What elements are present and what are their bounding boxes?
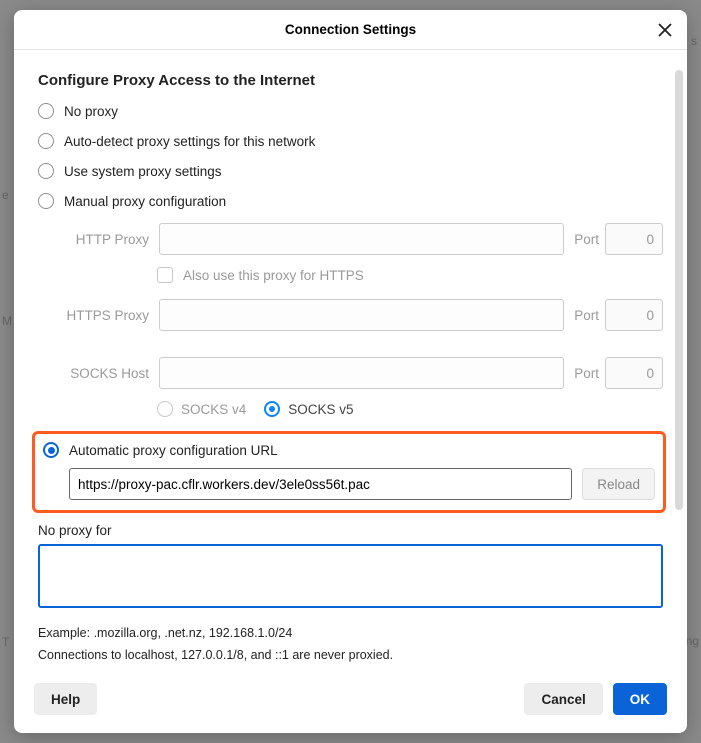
socks-host-input[interactable]: [159, 357, 564, 389]
modal-header: Connection Settings: [14, 10, 687, 50]
radio-icon: [157, 401, 173, 417]
bg-text: ng: [686, 634, 699, 648]
checkbox-icon: [157, 267, 173, 283]
option-auto-config-url[interactable]: Automatic proxy configuration URL: [43, 442, 655, 458]
http-proxy-label: HTTP Proxy: [38, 232, 153, 247]
radio-icon: [38, 193, 54, 209]
https-port-input[interactable]: [605, 299, 663, 331]
bg-text: s: [691, 34, 697, 48]
port-label: Port: [574, 308, 599, 323]
socks-version-row: SOCKS v4 SOCKS v5: [157, 401, 663, 417]
no-proxy-for-label: No proxy for: [38, 523, 663, 538]
radio-icon: [38, 133, 54, 149]
no-proxy-for-textarea[interactable]: [38, 544, 663, 608]
http-port-input[interactable]: [605, 223, 663, 255]
socks-v5-option[interactable]: SOCKS v5: [264, 401, 353, 417]
reload-button[interactable]: Reload: [582, 468, 655, 500]
bg-text: e: [2, 188, 9, 202]
bg-text: T: [2, 635, 9, 649]
https-proxy-label: HTTPS Proxy: [38, 308, 153, 323]
scrollbar[interactable]: [675, 70, 683, 510]
socks-host-label: SOCKS Host: [38, 366, 153, 381]
option-no-proxy[interactable]: No proxy: [38, 103, 663, 119]
option-system-proxy[interactable]: Use system proxy settings: [38, 163, 663, 179]
also-https-checkbox-row[interactable]: Also use this proxy for HTTPS: [157, 267, 663, 283]
connection-settings-modal: Connection Settings Configure Proxy Acce…: [14, 10, 687, 733]
pac-url-input[interactable]: [69, 468, 572, 500]
radio-icon: [38, 103, 54, 119]
close-icon: [658, 23, 672, 37]
checkbox-label: Also use this proxy for HTTPS: [183, 268, 364, 283]
socks-port-input[interactable]: [605, 357, 663, 389]
port-label: Port: [574, 366, 599, 381]
option-auto-detect[interactable]: Auto-detect proxy settings for this netw…: [38, 133, 663, 149]
cancel-button[interactable]: Cancel: [524, 683, 602, 715]
radio-icon: [264, 401, 280, 417]
radio-icon: [43, 442, 59, 458]
ok-button[interactable]: OK: [613, 683, 667, 715]
option-label: SOCKS v5: [288, 402, 353, 417]
modal-body: Configure Proxy Access to the Internet N…: [14, 50, 687, 673]
radio-icon: [38, 163, 54, 179]
bg-text: M: [2, 314, 12, 328]
example-text: Example: .mozilla.org, .net.nz, 192.168.…: [38, 623, 663, 643]
manual-proxy-section: HTTP Proxy Port Also use this proxy for …: [38, 223, 663, 417]
port-label: Port: [574, 232, 599, 247]
help-button[interactable]: Help: [34, 683, 97, 715]
close-button[interactable]: [653, 18, 677, 42]
socks-v4-option[interactable]: SOCKS v4: [157, 401, 246, 417]
option-label: Automatic proxy configuration URL: [69, 443, 278, 458]
highlighted-pac-section: Automatic proxy configuration URL Reload: [32, 431, 666, 513]
option-label: Use system proxy settings: [64, 164, 222, 179]
modal-title: Connection Settings: [285, 22, 416, 37]
option-label: Manual proxy configuration: [64, 194, 226, 209]
option-label: SOCKS v4: [181, 402, 246, 417]
https-proxy-input[interactable]: [159, 299, 564, 331]
option-label: No proxy: [64, 104, 118, 119]
modal-footer: Help Cancel OK: [14, 673, 687, 733]
option-label: Auto-detect proxy settings for this netw…: [64, 134, 315, 149]
proxy-note: Connections to localhost, 127.0.0.1/8, a…: [38, 645, 663, 665]
http-proxy-input[interactable]: [159, 223, 564, 255]
section-heading: Configure Proxy Access to the Internet: [38, 72, 663, 89]
option-manual-proxy[interactable]: Manual proxy configuration: [38, 193, 663, 209]
